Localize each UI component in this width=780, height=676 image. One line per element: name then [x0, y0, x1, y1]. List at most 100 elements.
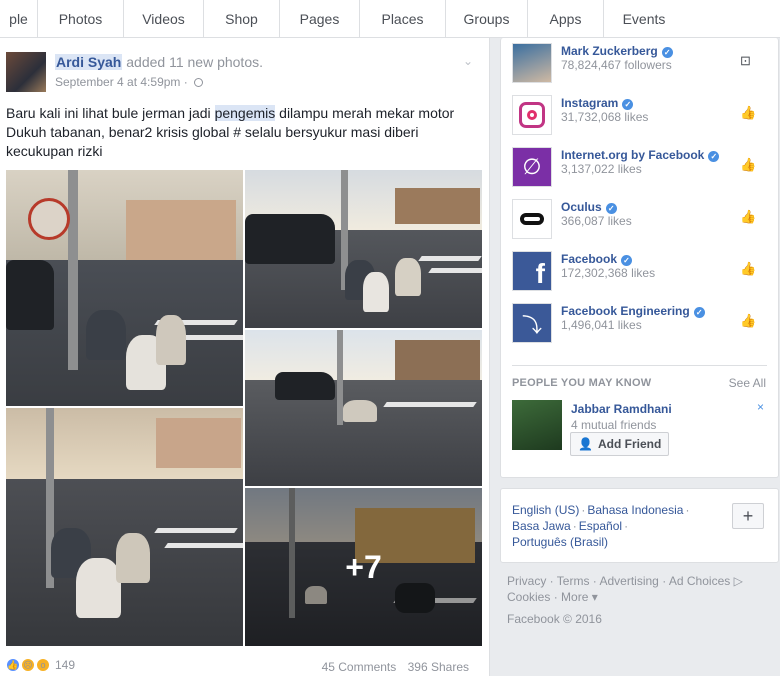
- thumbs-up-icon[interactable]: 👍: [740, 261, 756, 277]
- language-separator: ·: [685, 503, 690, 517]
- page-name[interactable]: Facebook ✓: [561, 252, 633, 266]
- page-name[interactable]: Mark Zuckerberg ✓: [561, 44, 673, 58]
- author-avatar[interactable]: [6, 52, 46, 92]
- comments-count-link[interactable]: 45 Comments: [322, 660, 397, 674]
- thumbs-up-icon[interactable]: 👍: [740, 105, 756, 121]
- post-stats: 45 Comments 396 Shares: [314, 660, 469, 674]
- language-separator: ·: [572, 519, 577, 533]
- footer-copyright: Facebook © 2016: [507, 612, 602, 626]
- rss-icon[interactable]: ⊡: [740, 53, 751, 69]
- tab-apps[interactable]: Apps: [528, 0, 604, 38]
- page-item-facebook-engineering[interactable]: ⤵ Facebook Engineering ✓ 1,496,041 likes …: [512, 303, 772, 355]
- tab-photos[interactable]: Photos: [38, 0, 124, 38]
- footer-more-link[interactable]: More: [561, 590, 588, 604]
- add-friend-button[interactable]: 👤 Add Friend: [570, 432, 670, 456]
- divider: [512, 365, 767, 366]
- thumbs-up-icon[interactable]: 👍: [740, 313, 756, 329]
- language-link-espanol[interactable]: Español: [579, 519, 622, 533]
- sad-reaction-icon: ☹: [21, 658, 35, 672]
- tab-videos[interactable]: Videos: [124, 0, 204, 38]
- mutual-friends-link[interactable]: 4 mutual friends: [571, 418, 656, 432]
- pages-card: Mark Zuckerberg ✓ 78,824,467 followers ⊡ …: [500, 38, 779, 478]
- post-text-part1: Baru kali ini lihat bule jerman jadi: [6, 105, 215, 121]
- language-link-jawa[interactable]: Basa Jawa: [512, 519, 571, 533]
- verified-badge-icon: ✓: [661, 47, 673, 58]
- language-line-3: Português (Brasil): [512, 535, 608, 549]
- friend-suggestion-name[interactable]: Jabbar Ramdhani: [571, 402, 672, 416]
- oculus-logo[interactable]: [512, 199, 552, 239]
- wow-reaction-icon: o: [36, 658, 50, 672]
- page-item-internet-org[interactable]: ∅ Internet.org by Facebook ✓ 3,137,022 li…: [512, 147, 772, 199]
- language-link-english[interactable]: English (US): [512, 503, 579, 517]
- verified-badge-icon: ✓: [621, 255, 633, 266]
- internet-org-logo[interactable]: ∅: [512, 147, 552, 187]
- reaction-count[interactable]: 149: [55, 658, 75, 672]
- tab-events[interactable]: Events: [604, 0, 684, 38]
- post-photo-1[interactable]: [6, 170, 243, 406]
- page-item-oculus[interactable]: Oculus ✓ 366,087 likes 👍: [512, 199, 772, 251]
- add-language-button[interactable]: +: [732, 503, 764, 529]
- verified-badge-icon: ✓: [693, 307, 705, 318]
- footer-links-1: Privacy · Terms · Advertising · Ad Choic…: [507, 574, 743, 588]
- page-name[interactable]: Internet.org by Facebook ✓: [561, 148, 720, 162]
- shares-count-link[interactable]: 396 Shares: [408, 660, 469, 674]
- post-header: Ardi Syah added 11 new photos.: [55, 54, 263, 70]
- page-name[interactable]: Oculus ✓: [561, 200, 617, 214]
- language-separator: ·: [581, 503, 586, 517]
- post-timestamp[interactable]: September 4 at 4:59pm ·: [55, 75, 204, 89]
- facebook-engineering-logo[interactable]: ⤵: [512, 303, 552, 343]
- tab-places[interactable]: Places: [360, 0, 446, 38]
- footer-ad-choices-link[interactable]: Ad Choices: [669, 574, 730, 588]
- facebook-logo[interactable]: f: [512, 251, 552, 291]
- tab-groups[interactable]: Groups: [446, 0, 528, 38]
- post-photo-5-more[interactable]: +7: [245, 488, 482, 646]
- more-photos-overlay[interactable]: +7: [245, 488, 482, 646]
- page-item-instagram[interactable]: Instagram ✓ 31,732,068 likes 👍: [512, 95, 772, 147]
- see-all-link[interactable]: See All: [729, 376, 766, 390]
- caret-down-icon: ▾: [588, 590, 598, 604]
- tab-people[interactable]: ple: [0, 0, 38, 38]
- post-date[interactable]: September 4 at 4:59pm: [55, 75, 180, 89]
- footer-privacy-link[interactable]: Privacy: [507, 574, 546, 588]
- post-text-highlight: pengemis: [214, 105, 276, 121]
- tab-pages[interactable]: Pages: [280, 0, 360, 38]
- top-navigation: ple Photos Videos Shop Pages Places Grou…: [0, 0, 780, 38]
- post-body-text: Baru kali ini lihat bule jerman jadi pen…: [6, 104, 476, 161]
- post-action-text: added 11 new photos.: [126, 54, 263, 70]
- language-link-portugues[interactable]: Português (Brasil): [512, 535, 608, 549]
- language-separator: ·: [624, 519, 629, 533]
- chevron-down-icon[interactable]: ⌄: [463, 54, 475, 68]
- page-stat: 31,732,068 likes: [561, 110, 649, 124]
- page-stat: 78,824,467 followers: [561, 58, 672, 72]
- instagram-logo[interactable]: [512, 95, 552, 135]
- language-line-1: English (US) · Bahasa Indonesia ·: [512, 503, 691, 517]
- language-line-2: Basa Jawa · Español ·: [512, 519, 630, 533]
- page-name[interactable]: Instagram ✓: [561, 96, 634, 110]
- reactions-summary[interactable]: 👍 ☹ o 149: [6, 658, 75, 672]
- post-photo-4[interactable]: [6, 408, 243, 646]
- footer-advertising-link[interactable]: Advertising: [599, 574, 658, 588]
- feed-post: Ardi Syah added 11 new photos. September…: [0, 38, 490, 676]
- page-item-facebook[interactable]: f Facebook ✓ 172,302,368 likes 👍: [512, 251, 772, 303]
- page-name[interactable]: Facebook Engineering ✓: [561, 304, 705, 318]
- post-photo-3[interactable]: [245, 330, 482, 486]
- verified-badge-icon: ✓: [622, 99, 634, 110]
- people-you-may-know-heading: PEOPLE YOU MAY KNOW: [512, 377, 652, 389]
- thumbs-up-icon[interactable]: 👍: [740, 157, 756, 173]
- language-link-bahasa[interactable]: Bahasa Indonesia: [587, 503, 683, 517]
- add-friend-label: Add Friend: [597, 437, 662, 451]
- footer-terms-link[interactable]: Terms: [557, 574, 590, 588]
- post-photo-2[interactable]: [245, 170, 482, 328]
- thumbs-up-icon[interactable]: 👍: [740, 209, 756, 225]
- verified-badge-icon: ✓: [605, 203, 617, 214]
- page-stat: 172,302,368 likes: [561, 266, 656, 280]
- mark-zuckerberg-avatar[interactable]: [512, 43, 552, 83]
- footer-links-2: Cookies · More ▾: [507, 590, 598, 604]
- page-item-mark-zuckerberg[interactable]: Mark Zuckerberg ✓ 78,824,467 followers ⊡: [512, 43, 772, 95]
- friend-suggestion-avatar[interactable]: [512, 400, 562, 450]
- footer-cookies-link[interactable]: Cookies: [507, 590, 550, 604]
- author-name-link[interactable]: Ardi Syah: [55, 54, 123, 70]
- close-icon[interactable]: ×: [757, 400, 764, 414]
- add-friend-icon: 👤: [578, 437, 593, 451]
- tab-shop[interactable]: Shop: [204, 0, 280, 38]
